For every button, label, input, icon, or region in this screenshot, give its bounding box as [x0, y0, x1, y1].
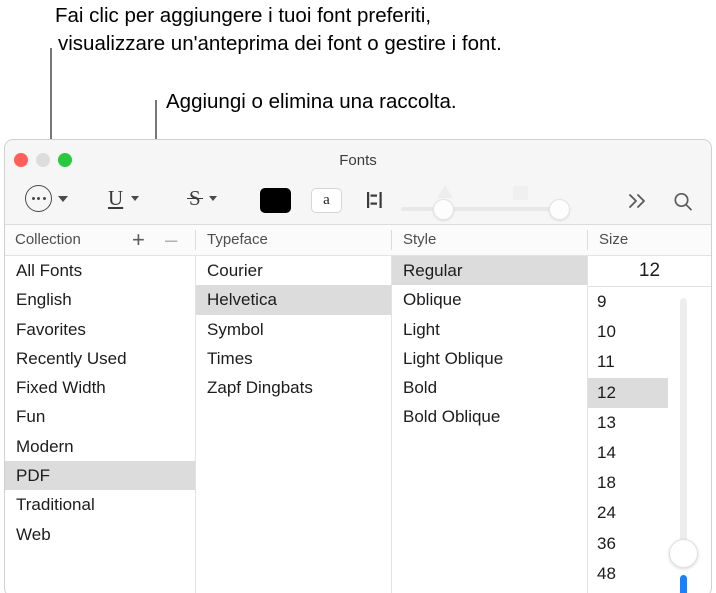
shadow-blur-slider[interactable] — [479, 185, 579, 220]
style-list-item[interactable]: Bold Oblique — [392, 402, 587, 431]
callout-text-toolbar-line2: visualizzare un'anteprima dei font o ges… — [58, 32, 502, 55]
underline-icon: U — [108, 186, 124, 210]
document-color-swatch[interactable] — [260, 188, 291, 213]
text-alignment-button[interactable] — [364, 189, 388, 211]
typeface-list[interactable]: Courier Helvetica Symbol Times Zapf Dingbats — [196, 256, 391, 402]
align-icon — [367, 192, 382, 208]
style-list-item[interactable]: Regular — [392, 256, 587, 286]
collection-list-item[interactable]: Favorites — [5, 315, 195, 344]
chevron-double-right-icon — [629, 194, 645, 208]
style-list-item[interactable]: Light — [392, 315, 587, 344]
collection-list-item[interactable]: Web — [5, 520, 195, 549]
collection-list-item[interactable]: All Fonts — [5, 256, 195, 285]
typeface-list-item[interactable]: Symbol — [196, 315, 391, 344]
style-list-item[interactable]: Oblique — [392, 285, 587, 314]
size-column: 12 9 10 11 12 13 14 18 24 36 48 — [588, 256, 711, 593]
column-divider — [391, 230, 392, 250]
slider-knob[interactable] — [433, 199, 454, 220]
overflow-button[interactable] — [627, 192, 649, 214]
text-color-icon: a — [323, 192, 330, 208]
callout-text-collection: Aggiungi o elimina una raccolta. — [166, 90, 457, 113]
collection-list-item[interactable]: Fun — [5, 402, 195, 431]
size-slider-knob[interactable] — [669, 539, 698, 568]
slider-knob[interactable] — [549, 199, 570, 220]
callout-text-toolbar-line1: Fai clic per aggiungere i tuoi font pref… — [55, 4, 432, 27]
typeface-column: Courier Helvetica Symbol Times Zapf Dingbats — [196, 256, 392, 593]
collection-list-item[interactable]: PDF — [5, 461, 195, 491]
style-list-item[interactable]: Light Oblique — [392, 344, 587, 373]
style-list-item[interactable]: Bold — [392, 373, 587, 402]
chevron-down-icon — [208, 196, 217, 201]
size-slider-track — [680, 298, 687, 548]
column-divider — [195, 230, 196, 250]
size-input[interactable]: 12 — [588, 256, 711, 287]
collection-list-item[interactable]: English — [5, 285, 195, 314]
search-icon — [674, 192, 692, 211]
collection-list-item[interactable]: Traditional — [5, 490, 195, 519]
column-header-typeface: Typeface — [207, 231, 268, 248]
text-color-button[interactable]: a — [311, 188, 342, 213]
chevron-down-icon — [131, 195, 140, 201]
collection-column: All Fonts English Favorites Recently Used Fi… — [5, 256, 196, 593]
typeface-list-item[interactable]: Courier — [196, 256, 391, 285]
typeface-list-item[interactable]: Zapf Dingbats — [196, 373, 391, 402]
size-slider[interactable] — [669, 292, 698, 593]
size-list-item[interactable]: 12 — [588, 377, 668, 408]
column-divider — [587, 230, 588, 250]
square-slider-icon — [513, 186, 528, 200]
strikethrough-icon: S — [187, 186, 203, 210]
collection-list[interactable]: All Fonts English Favorites Recently Used Fi… — [5, 256, 195, 549]
collection-list-item[interactable]: Recently Used — [5, 344, 195, 373]
collection-list-item[interactable]: Fixed Width — [5, 373, 195, 402]
style-column: Regular Oblique Light Light Oblique Bold Bold… — [392, 256, 588, 593]
column-header-row: Collection + – Typeface Style Size — [5, 225, 711, 256]
style-list[interactable]: Regular Oblique Light Light Oblique Bold Bold… — [392, 256, 587, 432]
action-menu-button[interactable] — [25, 185, 68, 212]
typeface-list-item[interactable]: Times — [196, 344, 391, 373]
remove-collection-button[interactable]: – — [165, 229, 177, 251]
search-button[interactable] — [672, 191, 694, 213]
window-title: Fonts — [339, 152, 377, 169]
triangle-slider-icon — [437, 185, 453, 198]
column-header-style: Style — [403, 231, 437, 248]
toolbar: U S a — [5, 180, 711, 224]
chevron-down-icon — [58, 195, 68, 202]
collection-list-item[interactable]: Modern — [5, 432, 195, 461]
size-slider-fill — [680, 575, 687, 593]
column-header-collection: Collection — [15, 231, 81, 248]
screenshot-root: Fai clic per aggiungere i tuoi font pref… — [0, 0, 716, 593]
fonts-window: Fonts U S a Collection + – Typeface Styl… — [4, 139, 712, 593]
column-header-size: Size — [599, 231, 629, 248]
ellipsis-circle-icon — [25, 185, 52, 212]
strikethrough-button[interactable]: S — [187, 186, 217, 210]
add-collection-button[interactable]: + — [132, 229, 145, 251]
window-titlebar: Fonts U S a — [5, 140, 711, 225]
underline-button[interactable]: U — [108, 186, 140, 210]
typeface-list-item[interactable]: Helvetica — [196, 285, 391, 315]
fonts-panel-body: All Fonts English Favorites Recently Used Fi… — [5, 256, 711, 593]
